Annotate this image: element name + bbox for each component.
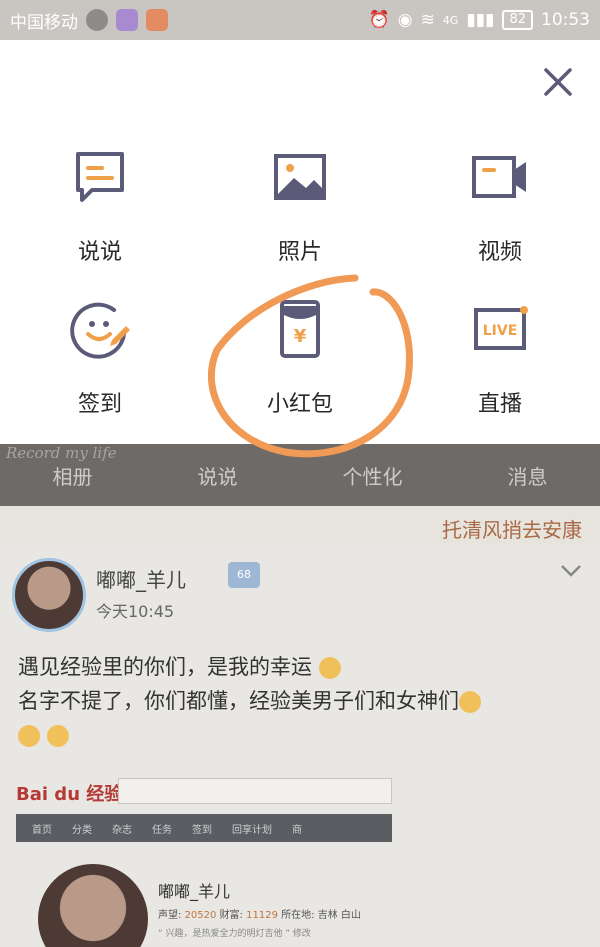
red-envelope-icon: ¥ xyxy=(280,300,320,358)
embedded-nav-item: 回享计划 xyxy=(232,824,272,836)
prestige-label: 声望: xyxy=(158,910,182,921)
embedded-stats: 声望: 20520 财富: 11129 所在地: 吉林 白山 xyxy=(158,906,361,921)
post-line-2: 名字不提了，你们都懂，经验美男子们和女神们 xyxy=(18,689,459,713)
post-time: 今天10:45 xyxy=(96,602,175,621)
carrier-label: 中国移动 xyxy=(10,12,78,33)
embedded-username: 嘟嘟_羊儿 xyxy=(158,882,231,901)
wealth-label: 财富: xyxy=(219,910,243,921)
grin-emoji-icon xyxy=(46,725,69,747)
post-username[interactable]: 嘟嘟_羊儿 xyxy=(96,564,186,593)
video-camera-icon xyxy=(472,156,526,198)
option-red-envelope[interactable]: ¥ 小红包 xyxy=(230,298,370,418)
alarm-icon: ⏰ xyxy=(368,10,390,30)
option-label: 照片 xyxy=(277,240,322,265)
feed-post: 嘟嘟_羊儿 68 今天10:45 遇见经验里的你们，是我的幸运 名字不提了，你们… xyxy=(0,544,600,947)
option-label: 签到 xyxy=(77,392,122,417)
close-icon[interactable] xyxy=(538,62,578,102)
clock: 10:53 xyxy=(541,10,590,30)
cover-banner: 托清风捎去安康 xyxy=(0,506,600,544)
gallery-notification-icon xyxy=(116,9,138,31)
location-label: 所在地: xyxy=(281,910,315,921)
tab-shuoshuo[interactable]: 说说 xyxy=(198,461,238,490)
option-checkin[interactable]: 签到 xyxy=(30,298,170,418)
embedded-screenshot[interactable]: Bai du 经验 首页 分类 杂志 任务 签到 回享计划 商 嘟嘟_羊儿 声望… xyxy=(14,768,394,947)
vip-badge: 68 xyxy=(228,562,260,588)
tab-messages[interactable]: 消息 xyxy=(508,461,548,490)
album-tab-bar: Record my life 相册 说说 个性化 消息 xyxy=(0,444,600,506)
option-label: 直播 xyxy=(477,392,522,417)
smile-emoji-icon xyxy=(318,657,341,679)
embedded-search-box xyxy=(118,778,392,804)
background-page: Record my life 相册 说说 个性化 消息 托清风捎去安康 嘟嘟_羊… xyxy=(0,444,600,947)
battery-level: 82 xyxy=(502,10,533,30)
live-icon: LIVE xyxy=(474,306,528,350)
embedded-nav-item: 首页 xyxy=(32,824,52,836)
option-label: 视频 xyxy=(477,240,522,265)
status-bar: 中国移动 ⏰ ◉ ≋ 4G ▮▮▮ 82 10:53 xyxy=(0,0,600,40)
publish-menu-sheet: 说说 照片 视频 签到 ¥ 小红包 LIVE 直播 xyxy=(0,40,600,444)
grin-emoji-icon xyxy=(459,691,481,713)
location-value: 吉林 白山 xyxy=(317,910,361,921)
embedded-nav-item: 商 xyxy=(292,824,302,836)
chevron-down-icon[interactable] xyxy=(560,564,582,578)
embedded-nav-item: 签到 xyxy=(192,824,212,836)
option-shuoshuo[interactable]: 说说 xyxy=(30,146,170,266)
eye-icon: ◉ xyxy=(397,10,413,30)
avatar[interactable] xyxy=(12,558,86,632)
checkin-smiley-icon xyxy=(70,302,130,359)
prestige-value: 20520 xyxy=(184,910,217,921)
tab-album[interactable]: 相册 xyxy=(53,461,93,490)
baidu-jingyan-logo: Bai du 经验 xyxy=(16,784,123,805)
embedded-nav-item: 杂志 xyxy=(112,824,132,836)
option-live[interactable]: LIVE 直播 xyxy=(430,298,570,418)
embedded-nav-item: 分类 xyxy=(72,824,92,836)
embedded-nav-item: 任务 xyxy=(152,824,172,836)
record-watermark: Record my life xyxy=(6,444,117,462)
option-label: 小红包 xyxy=(266,392,333,417)
svg-text:LIVE: LIVE xyxy=(483,323,518,339)
app-notification-icon xyxy=(86,9,108,31)
wealth-value: 11129 xyxy=(246,910,278,921)
banner-text: 托清风捎去安康 xyxy=(442,518,582,542)
image-icon xyxy=(274,154,326,200)
comment-icon xyxy=(76,152,124,202)
wifi-icon: ≋ xyxy=(420,10,435,30)
svg-text:¥: ¥ xyxy=(294,326,307,347)
embedded-avatar xyxy=(38,864,148,947)
option-photo[interactable]: 照片 xyxy=(230,146,370,266)
network-type: 4G xyxy=(442,13,459,27)
signal-icon: ▮▮▮ xyxy=(466,10,495,30)
embedded-quote: “ 兴趣，是热爱全力的明灯吉他 ” 修改 xyxy=(158,929,311,939)
tab-personalize[interactable]: 个性化 xyxy=(343,461,403,490)
option-video[interactable]: 视频 xyxy=(430,146,570,266)
post-text: 遇见经验里的你们，是我的幸运 名字不提了，你们都懂，经验美男子们和女神们 xyxy=(18,650,588,752)
tool-notification-icon xyxy=(146,9,168,31)
post-line-1: 遇见经验里的你们，是我的幸运 xyxy=(18,655,312,679)
option-label: 说说 xyxy=(77,240,122,265)
embedded-nav: 首页 分类 杂志 任务 签到 回享计划 商 xyxy=(16,814,392,842)
grin-emoji-icon xyxy=(18,725,40,747)
